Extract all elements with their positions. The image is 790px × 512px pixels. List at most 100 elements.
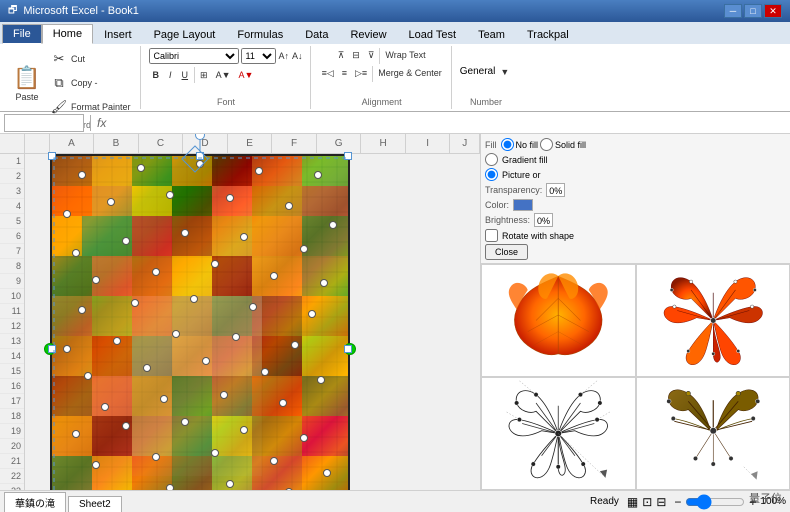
underline-button[interactable]: U [178, 69, 193, 81]
title-bar-controls: ─ □ ✕ [724, 4, 782, 18]
tab-data[interactable]: Data [294, 25, 339, 44]
col-select-all[interactable] [25, 134, 50, 153]
status-ready: Ready [590, 496, 619, 507]
row-1: 1 [0, 154, 24, 169]
prop-row-gradient: Gradient fill [485, 153, 786, 166]
formula-input[interactable] [110, 117, 786, 129]
align-bottom-button[interactable]: ⊽ [365, 48, 378, 64]
tab-team[interactable]: Team [467, 25, 516, 44]
col-c[interactable]: C [139, 134, 184, 153]
prop-row-picture: Picture or [485, 168, 786, 181]
col-a[interactable]: A [50, 134, 95, 153]
copy-button[interactable]: ⧉ Copy - [47, 72, 134, 94]
col-g[interactable]: G [317, 134, 362, 153]
tab-load-test[interactable]: Load Test [398, 25, 468, 44]
no-fill-label: No fill [516, 140, 539, 150]
close-panel-button[interactable]: Close [485, 244, 528, 260]
leaf-svg-4 [637, 378, 790, 489]
row-numbers: 1 2 3 4 5 6 7 8 9 10 11 12 13 14 15 16 1… [0, 134, 25, 490]
leaf-svg-1 [482, 265, 635, 376]
number-format-label: General [460, 66, 496, 77]
leaf-cell-2[interactable] [636, 264, 790, 377]
align-middle-button[interactable]: ⊟ [349, 48, 363, 64]
fill-color-button[interactable]: A▼ [213, 69, 234, 81]
row-11: 11 [0, 304, 24, 319]
tab-page-layout[interactable]: Page Layout [143, 25, 227, 44]
artwork-canvas[interactable]: 辷 [50, 154, 350, 490]
cut-button[interactable]: ✂ Cut [47, 48, 134, 70]
row-4: 4 [0, 199, 24, 214]
view-layout-button[interactable]: ⊡ [642, 495, 652, 509]
rotate-checkbox[interactable] [485, 229, 498, 242]
column-headers: A B C D E F G H I J [25, 134, 480, 154]
sheet-tab-1[interactable]: 華鎮の滝 [4, 492, 66, 512]
view-normal-button[interactable]: ▦ [627, 495, 638, 509]
picture-label: Picture or [502, 170, 541, 180]
col-i[interactable]: I [406, 134, 451, 153]
handle-tl[interactable] [48, 152, 56, 160]
align-right-button[interactable]: ▷≡ [352, 66, 370, 82]
format-painter-label: Format Painter [71, 102, 131, 112]
brightness-label: Brightness: [485, 215, 530, 225]
ribbon-group-alignment: ⊼ ⊟ ⊽ Wrap Text ≡◁ ≡ ▷≡ Merge & Center A… [313, 46, 452, 109]
transform-widget-top [180, 144, 210, 177]
minimize-button[interactable]: ─ [724, 4, 742, 18]
number-format-dropdown[interactable]: ▼ [497, 65, 512, 79]
gradient-radio[interactable] [485, 153, 498, 166]
zoom-slider[interactable] [685, 497, 745, 507]
ribbon-group-font: Calibri 11 A↑ A↓ B I U ⊞ A▼ A▼ Font [143, 46, 311, 109]
picture-radio[interactable] [485, 168, 498, 181]
color-label: Color: [485, 200, 509, 210]
col-j[interactable]: J [450, 134, 480, 153]
maximize-button[interactable]: □ [744, 4, 762, 18]
tab-home[interactable]: Home [42, 24, 93, 44]
handle-tr[interactable] [344, 152, 352, 160]
align-center-button[interactable]: ≡ [339, 66, 350, 82]
tab-formulas[interactable]: Formulas [226, 25, 294, 44]
fill-radio[interactable] [501, 138, 514, 151]
col-f[interactable]: F [272, 134, 317, 153]
leaf-svg-3 [482, 378, 635, 489]
zoom-out-button[interactable]: − [674, 495, 681, 509]
handle-ml[interactable] [48, 345, 56, 353]
align-left-button[interactable]: ≡◁ [319, 66, 337, 82]
leaf-cell-4[interactable] [636, 377, 790, 490]
title-bar-text: Microsoft Excel - Book1 [23, 5, 139, 17]
color-swatch[interactable] [513, 199, 533, 211]
bold-button[interactable]: B [149, 69, 164, 81]
row-21: 21 [0, 454, 24, 469]
leaf-cell-3[interactable] [481, 377, 636, 490]
close-button[interactable]: ✕ [764, 4, 782, 18]
font-color-button[interactable]: A▼ [236, 69, 257, 81]
prop-row-color: Color: [485, 199, 786, 211]
tab-trackpal[interactable]: Trackpal [516, 25, 580, 44]
copy-label: Copy - [71, 78, 98, 88]
italic-button[interactable]: I [165, 69, 176, 81]
tab-file[interactable]: File [2, 24, 42, 44]
border-button[interactable]: ⊞ [197, 69, 211, 82]
solid-fill-radio[interactable] [540, 138, 553, 151]
align-top-button[interactable]: ⊼ [335, 48, 348, 64]
col-e[interactable]: E [228, 134, 273, 153]
font-name-select[interactable]: Calibri [149, 48, 239, 64]
col-h[interactable]: H [361, 134, 406, 153]
row-10: 10 [0, 289, 24, 304]
merge-center-button[interactable]: Merge & Center [375, 66, 445, 82]
font-size-select[interactable]: 11 [241, 48, 276, 64]
leaf-cell-1[interactable] [481, 264, 636, 377]
sheet-tab-2[interactable]: Sheet2 [68, 496, 122, 512]
fill-label: Fill [485, 140, 497, 150]
paste-button[interactable]: 📋 Paste [10, 48, 44, 118]
tab-insert[interactable]: Insert [93, 25, 143, 44]
name-box[interactable] [4, 114, 84, 132]
main-area: 1 2 3 4 5 6 7 8 9 10 11 12 13 14 15 16 1… [0, 134, 790, 490]
handle-mr[interactable] [344, 345, 352, 353]
row-3: 3 [0, 184, 24, 199]
col-b[interactable]: B [94, 134, 139, 153]
gradient-label: Gradient fill [502, 155, 548, 165]
tab-review[interactable]: Review [339, 25, 397, 44]
font-increase-button[interactable]: A↑ [278, 50, 291, 62]
font-decrease-button[interactable]: A↓ [291, 50, 304, 62]
view-page-break-button[interactable]: ⊟ [656, 495, 666, 509]
wrap-text-button[interactable]: Wrap Text [382, 48, 428, 64]
